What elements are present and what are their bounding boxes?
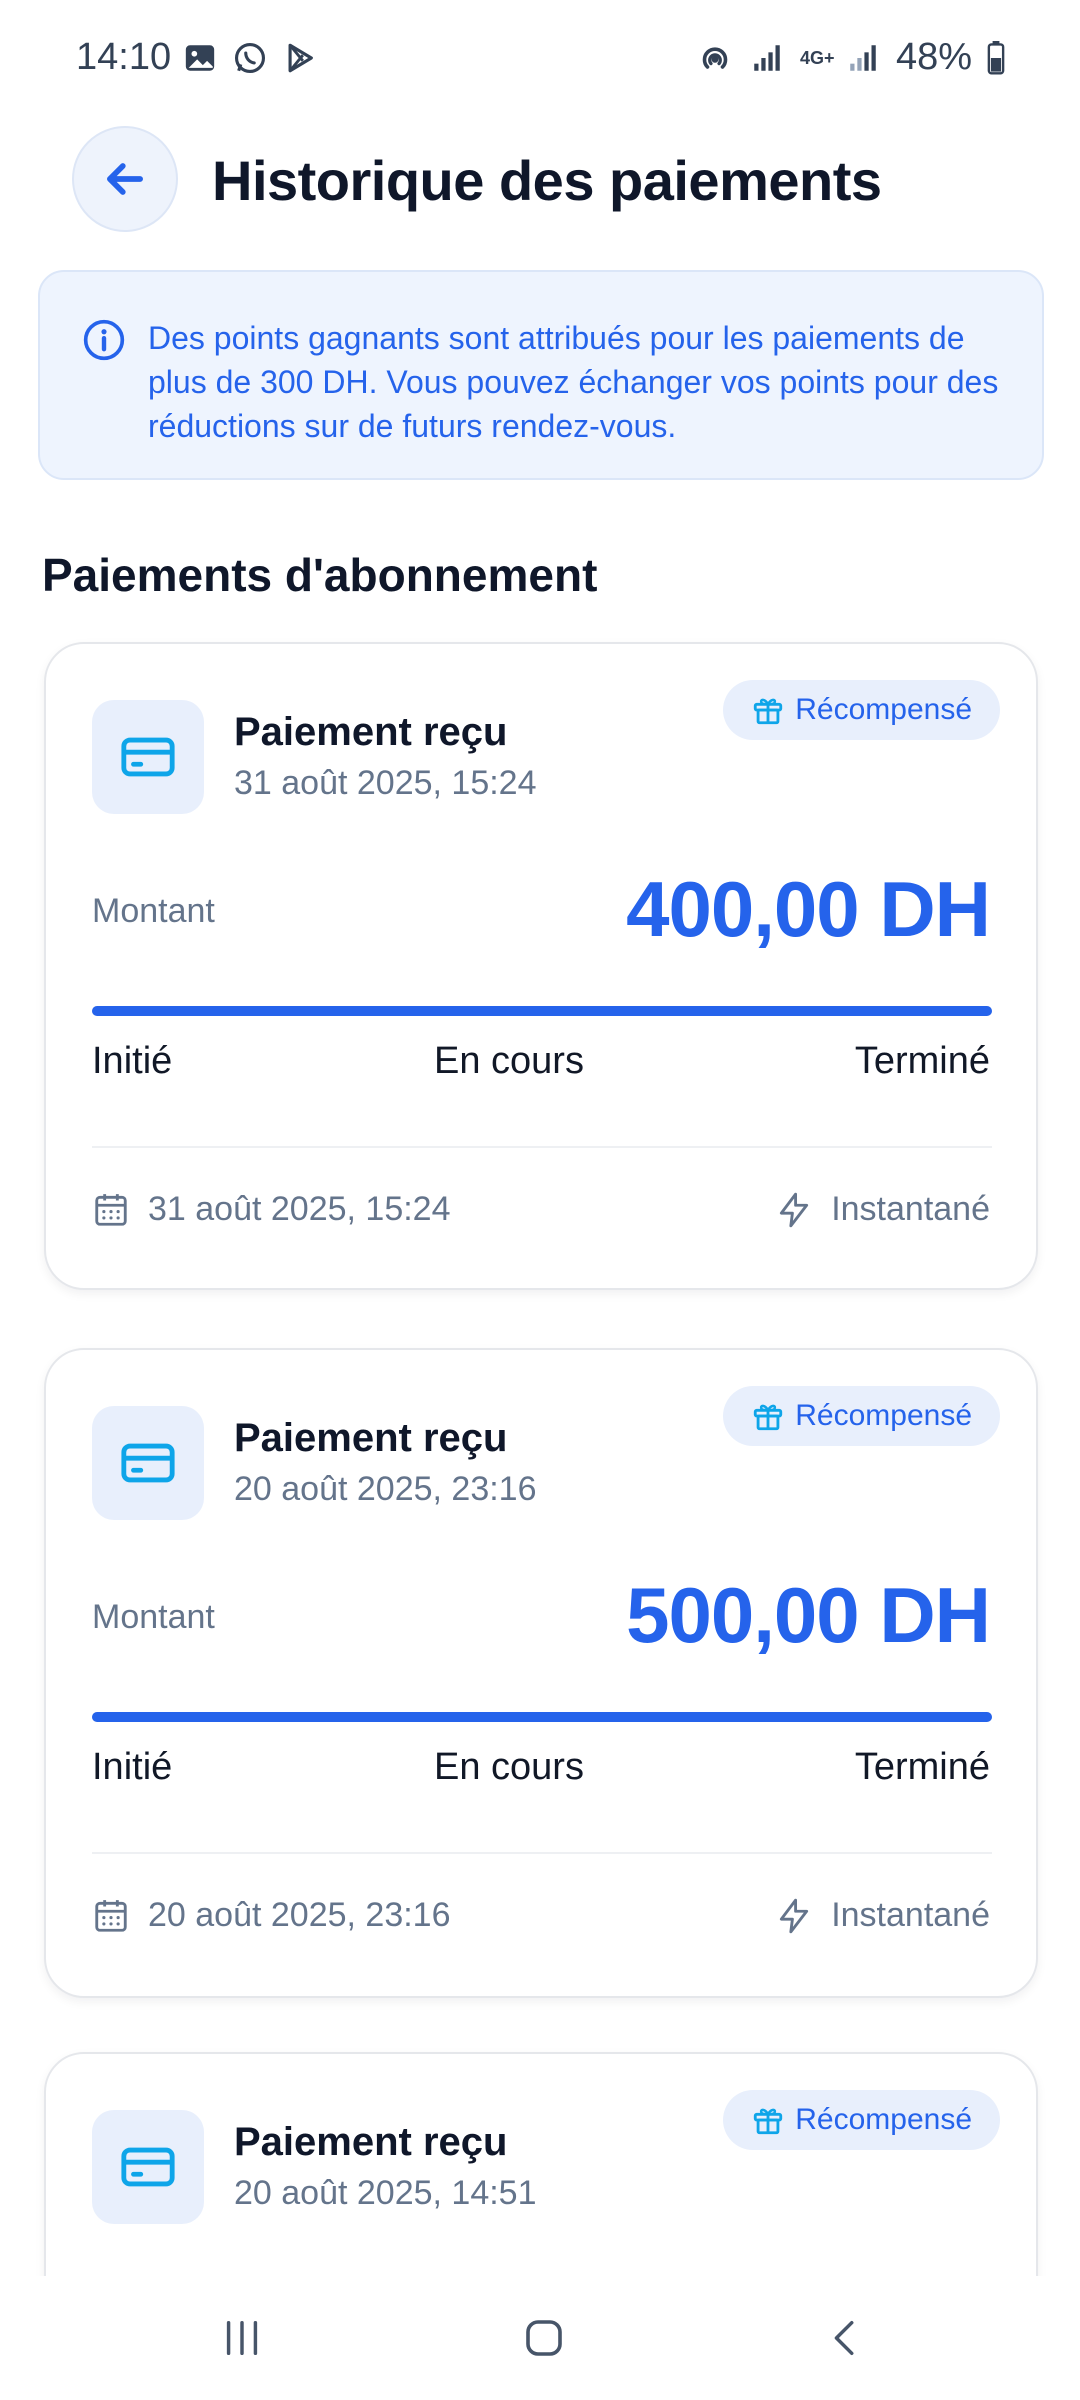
gift-icon [754, 698, 783, 725]
divider [92, 1146, 992, 1148]
amount-value: 400,00 DH [626, 865, 991, 953]
back-nav-button[interactable] [806, 2306, 886, 2370]
recent-apps-icon [226, 2320, 258, 2356]
amount-value: 500,00 DH [626, 1571, 991, 1659]
card-icon-box [92, 2110, 204, 2224]
info-icon [83, 319, 125, 361]
step-completed: Terminé [854, 1040, 990, 1082]
payment-title: Paiement reçu [234, 710, 508, 754]
footer-date-text: 31 août 2025, 15:24 [148, 1190, 451, 1228]
progress-fill [92, 1712, 992, 1722]
lightning-icon [780, 1898, 809, 1933]
step-in-progress: En cours [434, 1040, 584, 1082]
amount-label: Montant [92, 892, 215, 930]
payment-date: 20 août 2025, 14:51 [234, 2174, 537, 2212]
signal-icon-2 [844, 40, 882, 76]
credit-card-icon [121, 1443, 175, 1483]
arrow-left-icon [107, 163, 143, 195]
home-button[interactable] [504, 2306, 584, 2370]
lightning-icon [780, 1192, 809, 1227]
recent-apps-button[interactable] [202, 2306, 282, 2370]
network-type: 4G+ [799, 47, 835, 68]
payment-title: Paiement reçu [234, 1416, 508, 1460]
section-title: Paiements d'abonnement [42, 549, 598, 601]
gallery-icon [182, 40, 218, 76]
step-completed: Terminé [854, 1746, 990, 1788]
calendar-icon [95, 1193, 127, 1226]
page-title: Historique des paiements [212, 149, 882, 212]
gift-icon [754, 2108, 783, 2135]
step-initiated: Initié [92, 1746, 173, 1788]
battery-icon [986, 40, 1006, 76]
play-store-icon [282, 40, 318, 76]
credit-card-icon [121, 737, 175, 777]
progress-bar [92, 1712, 992, 1722]
progress-bar [92, 1006, 992, 1016]
info-text: Des points gagnants sont attribués pour … [148, 320, 999, 444]
calendar-icon [95, 1899, 127, 1932]
card-icon-box [92, 700, 204, 814]
footer-speed: Instantané [775, 1190, 990, 1229]
step-in-progress: En cours [434, 1746, 584, 1788]
progress-fill [92, 1006, 992, 1016]
hotspot-icon [696, 40, 734, 76]
speed-text: Instantané [831, 1896, 990, 1934]
navigation-bar [0, 2276, 1080, 2400]
battery-percent: 48% [895, 36, 972, 78]
footer-date: 31 août 2025, 15:24 [92, 1190, 451, 1229]
reward-badge-label: Récompensé [795, 2103, 972, 2136]
chevron-left-icon [834, 2320, 854, 2356]
step-initiated: Initié [92, 1040, 173, 1082]
reward-badge: Récompensé [723, 680, 1000, 740]
reward-badge-label: Récompensé [795, 1399, 972, 1432]
header: Historique des paiements [0, 120, 1080, 240]
info-banner: Des points gagnants sont attribués pour … [38, 270, 1044, 480]
status-bar: 14:10 4G+ 48% [0, 0, 1080, 120]
speed-text: Instantané [831, 1190, 990, 1228]
gift-icon [754, 1404, 783, 1431]
payment-date: 20 août 2025, 23:16 [234, 1470, 537, 1508]
home-icon [526, 2320, 562, 2356]
reward-badge: Récompensé [723, 2090, 1000, 2150]
divider [92, 1852, 992, 1854]
signal-icon [748, 40, 786, 76]
notification-icons [182, 40, 318, 76]
back-button[interactable] [72, 126, 178, 232]
whatsapp-icon [232, 40, 268, 76]
reward-badge: Récompensé [723, 1386, 1000, 1446]
payment-date: 31 août 2025, 15:24 [234, 764, 537, 802]
payment-card[interactable]: Paiement reçu 31 août 2025, 15:24 Récomp… [44, 642, 1038, 1290]
payment-title: Paiement reçu [234, 2120, 508, 2164]
system-status: 4G+ 48% [696, 36, 1006, 79]
amount-label: Montant [92, 1598, 215, 1636]
footer-date: 20 août 2025, 23:16 [92, 1896, 451, 1935]
status-time: 14:10 [76, 36, 172, 78]
footer-date-text: 20 août 2025, 23:16 [148, 1896, 451, 1934]
payment-card[interactable]: Paiement reçu 20 août 2025, 23:16 Récomp… [44, 1348, 1038, 1998]
credit-card-icon [121, 2147, 175, 2187]
reward-badge-label: Récompensé [795, 693, 972, 726]
card-icon-box [92, 1406, 204, 1520]
footer-speed: Instantané [775, 1896, 990, 1935]
